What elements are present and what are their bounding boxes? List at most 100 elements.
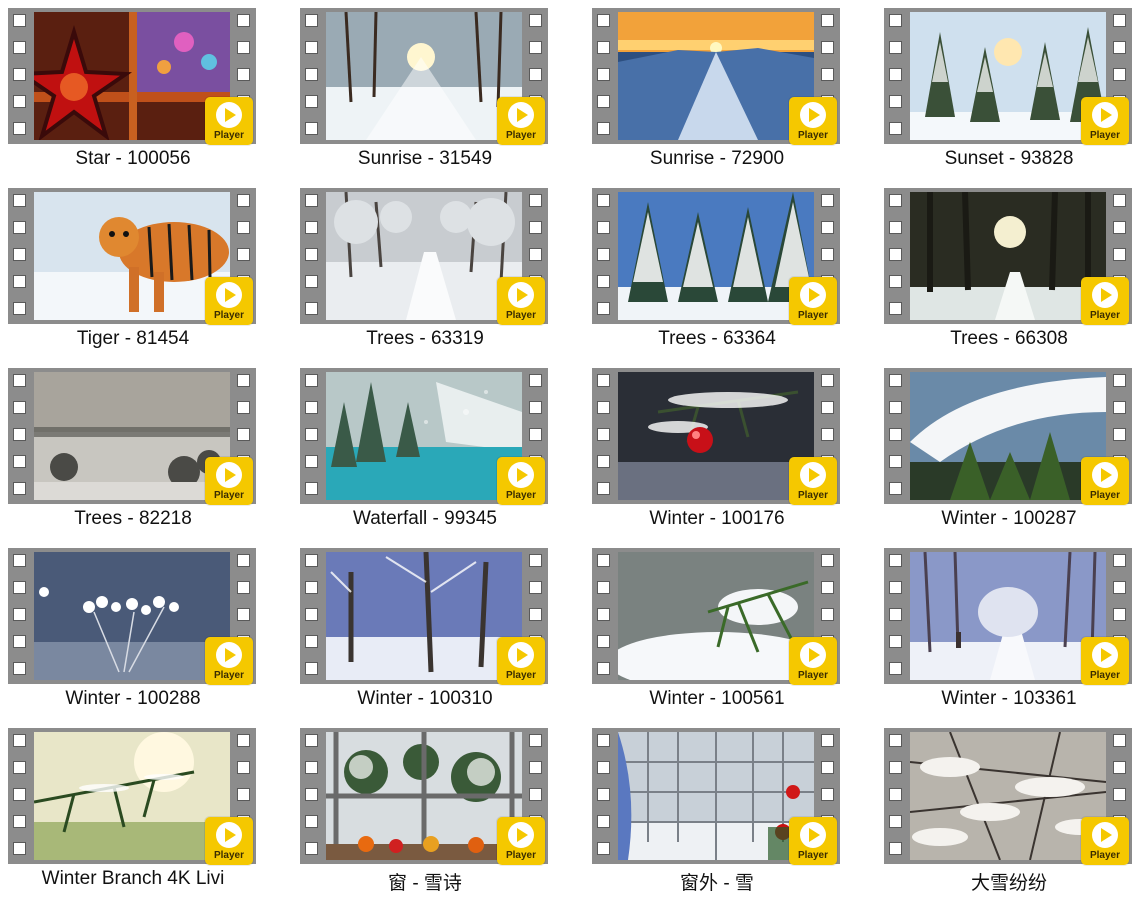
video-title[interactable]: Trees - 63364 — [584, 328, 850, 350]
player-button[interactable]: Player — [205, 457, 253, 505]
player-button[interactable]: Player — [789, 277, 837, 325]
player-button[interactable]: Player — [497, 277, 545, 325]
film-holes-left — [884, 8, 908, 144]
video-tile[interactable]: Player Sunset - 93828 — [876, 0, 1148, 180]
video-tile[interactable]: Player Winter - 103361 — [876, 540, 1148, 720]
film-hole — [305, 14, 318, 27]
film-hole — [597, 221, 610, 234]
film-hole — [237, 734, 250, 747]
video-tile[interactable]: Player 大雪纷纷 — [876, 720, 1148, 900]
video-title[interactable]: Sunrise - 72900 — [584, 148, 850, 170]
player-button[interactable]: Player — [205, 637, 253, 685]
video-title[interactable]: Winter - 100561 — [584, 688, 850, 710]
play-icon — [508, 282, 534, 308]
video-title[interactable]: Trees - 82218 — [0, 508, 266, 530]
film-hole — [821, 734, 834, 747]
player-label: Player — [213, 130, 245, 141]
player-button[interactable]: Player — [789, 97, 837, 145]
film-holes-left — [592, 548, 616, 684]
film-hole — [237, 554, 250, 567]
video-thumbnail[interactable] — [326, 12, 522, 140]
video-thumbnail[interactable] — [910, 372, 1106, 500]
film-hole — [889, 275, 902, 288]
video-thumbnail[interactable] — [618, 192, 814, 320]
video-tile[interactable]: Player Winter - 100310 — [292, 540, 572, 720]
film-hole — [529, 14, 542, 27]
film-hole — [821, 374, 834, 387]
player-button[interactable]: Player — [1081, 457, 1129, 505]
video-title[interactable]: Winter - 103361 — [876, 688, 1142, 710]
video-thumbnail[interactable] — [326, 552, 522, 680]
film-hole — [889, 662, 902, 675]
video-tile[interactable]: Player Winter - 100176 — [584, 360, 864, 540]
video-thumbnail[interactable] — [910, 192, 1106, 320]
video-thumbnail[interactable] — [910, 552, 1106, 680]
video-title[interactable]: Sunrise - 31549 — [292, 148, 558, 170]
player-button[interactable]: Player — [497, 97, 545, 145]
video-tile[interactable]: Player Star - 100056 — [0, 0, 280, 180]
video-title[interactable]: Winter - 100310 — [292, 688, 558, 710]
player-label: Player — [797, 130, 829, 141]
video-tile[interactable]: Player Sunrise - 72900 — [584, 0, 864, 180]
video-tile[interactable]: Player 窗 - 雪诗 — [292, 720, 572, 900]
video-title[interactable]: Winter - 100287 — [876, 508, 1142, 530]
video-tile[interactable]: Player Winter Branch 4K Livi — [0, 720, 280, 900]
film-holes-left — [300, 368, 324, 504]
video-title[interactable]: Winter Branch 4K Livi — [0, 868, 266, 890]
player-button[interactable]: Player — [1081, 817, 1129, 865]
video-thumbnail[interactable] — [618, 12, 814, 140]
film-hole — [889, 401, 902, 414]
player-button[interactable]: Player — [1081, 277, 1129, 325]
video-tile[interactable]: Player 窗外 - 雪 — [584, 720, 864, 900]
video-tile[interactable]: Player Waterfall - 99345 — [292, 360, 572, 540]
video-title[interactable]: Waterfall - 99345 — [292, 508, 558, 530]
video-thumbnail[interactable] — [34, 372, 230, 500]
video-thumbnail[interactable] — [618, 372, 814, 500]
player-button[interactable]: Player — [205, 817, 253, 865]
player-button[interactable]: Player — [1081, 97, 1129, 145]
player-button[interactable]: Player — [789, 457, 837, 505]
video-tile[interactable]: Player Sunrise - 31549 — [292, 0, 572, 180]
video-tile[interactable]: Player Winter - 100561 — [584, 540, 864, 720]
video-thumbnail[interactable] — [34, 732, 230, 860]
video-thumbnail[interactable] — [910, 12, 1106, 140]
player-button[interactable]: Player — [205, 277, 253, 325]
player-button[interactable]: Player — [1081, 637, 1129, 685]
video-thumbnail[interactable] — [326, 732, 522, 860]
player-button[interactable]: Player — [205, 97, 253, 145]
video-thumbnail[interactable] — [326, 192, 522, 320]
video-title[interactable]: Winter - 100176 — [584, 508, 850, 530]
video-thumbnail[interactable] — [618, 732, 814, 860]
video-tile[interactable]: Player Trees - 66308 — [876, 180, 1148, 360]
play-icon — [508, 822, 534, 848]
video-title[interactable]: Tiger - 81454 — [0, 328, 266, 350]
film-hole — [237, 428, 250, 441]
video-thumbnail[interactable] — [910, 732, 1106, 860]
video-thumbnail[interactable] — [326, 372, 522, 500]
player-button[interactable]: Player — [497, 637, 545, 685]
player-button[interactable]: Player — [497, 817, 545, 865]
video-title[interactable]: Winter - 100288 — [0, 688, 266, 710]
player-button[interactable]: Player — [497, 457, 545, 505]
player-button[interactable]: Player — [789, 817, 837, 865]
film-hole — [889, 842, 902, 855]
player-label: Player — [1089, 130, 1121, 141]
video-thumbnail[interactable] — [34, 12, 230, 140]
film-hole — [305, 662, 318, 675]
video-thumbnail[interactable] — [34, 552, 230, 680]
video-tile[interactable]: Player Trees - 82218 — [0, 360, 280, 540]
film-hole — [13, 428, 26, 441]
video-tile[interactable]: Player Trees - 63364 — [584, 180, 864, 360]
video-title[interactable]: Star - 100056 — [0, 148, 266, 170]
video-tile[interactable]: Player Winter - 100288 — [0, 540, 280, 720]
video-title[interactable]: Trees - 66308 — [876, 328, 1142, 350]
video-thumbnail[interactable] — [34, 192, 230, 320]
video-title[interactable]: Trees - 63319 — [292, 328, 558, 350]
video-tile[interactable]: Player Tiger - 81454 — [0, 180, 280, 360]
player-button[interactable]: Player — [789, 637, 837, 685]
film-hole — [1113, 554, 1126, 567]
video-tile[interactable]: Player Trees - 63319 — [292, 180, 572, 360]
video-title[interactable]: Sunset - 93828 — [876, 148, 1142, 170]
video-tile[interactable]: Player Winter - 100287 — [876, 360, 1148, 540]
video-thumbnail[interactable] — [618, 552, 814, 680]
